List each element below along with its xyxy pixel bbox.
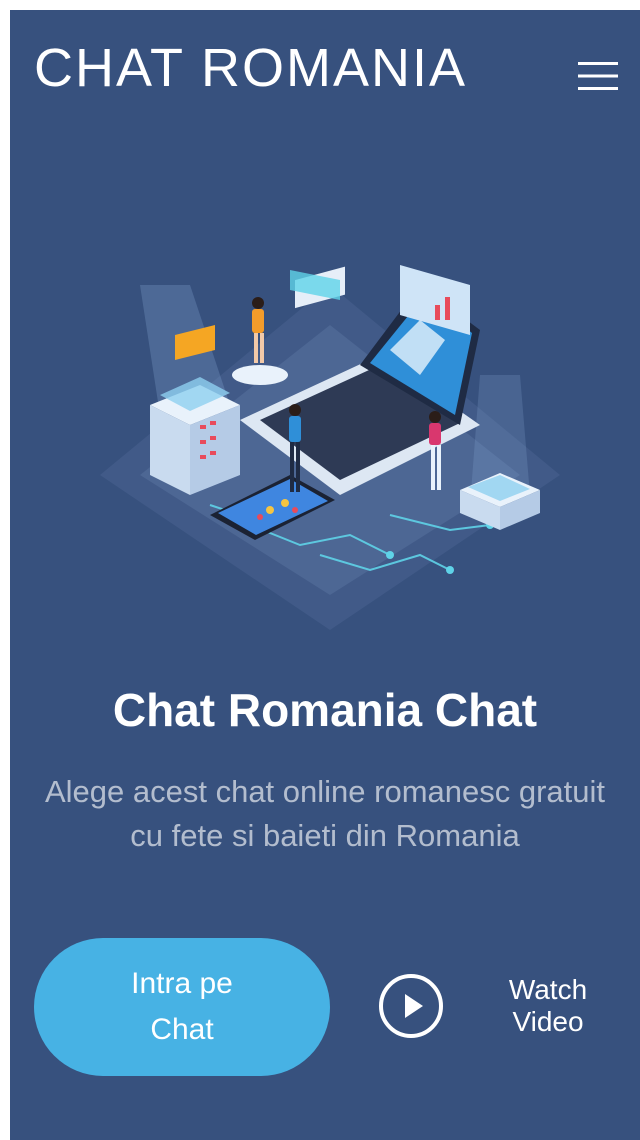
hero-subtitle: Alege acest chat online romanesc gratuit… xyxy=(44,774,606,853)
site-logo[interactable]: CHAT ROMANIA xyxy=(34,38,467,98)
watch-video-link[interactable]: Watch Video xyxy=(376,970,616,1042)
hero-title: Chat Romania Chat xyxy=(112,684,538,736)
page: CHAT ROMANIA Chat Romania Chat Alege ace… xyxy=(10,10,640,1140)
enter-chat-button[interactable]: Intra pe Chat xyxy=(34,938,330,1076)
hamburger-menu-icon[interactable] xyxy=(578,60,618,92)
header: CHAT ROMANIA xyxy=(10,10,640,130)
hero-illustration xyxy=(90,225,570,635)
watch-video-label: Watch Video xyxy=(508,974,588,1037)
enter-chat-button-label: Intra pe Chat xyxy=(131,967,233,1046)
play-circle-icon[interactable] xyxy=(376,971,446,1041)
